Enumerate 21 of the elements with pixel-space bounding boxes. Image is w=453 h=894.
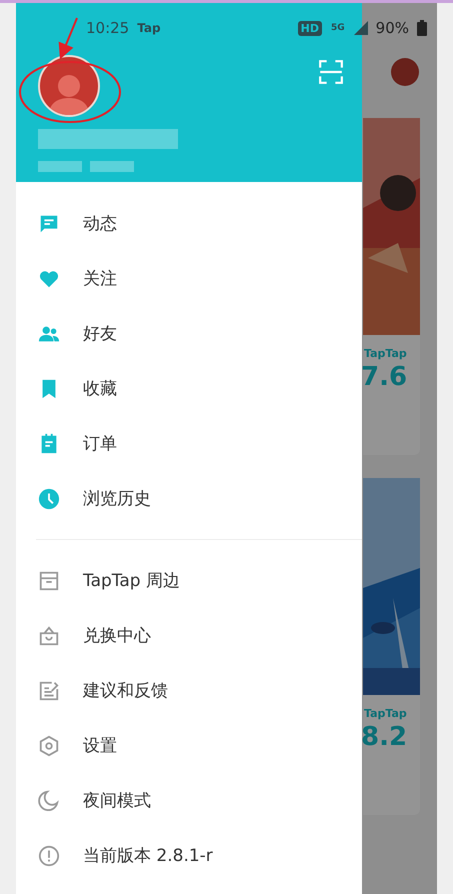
edit-icon xyxy=(38,680,60,702)
bag-icon xyxy=(38,624,60,646)
rating-score: 8.2 xyxy=(361,722,408,752)
info-icon xyxy=(38,844,60,866)
app-label: Tap xyxy=(137,21,161,35)
avatar xyxy=(391,58,419,86)
signal-icon xyxy=(354,21,368,35)
scan-button[interactable] xyxy=(318,59,344,85)
rating-score: 7.6 xyxy=(361,362,408,392)
annotation-arrow xyxy=(58,18,78,60)
clock-icon xyxy=(38,488,60,510)
settings-icon xyxy=(38,734,60,756)
clock-time: 10:25 xyxy=(86,19,130,37)
avatar[interactable] xyxy=(38,55,100,117)
store-icon xyxy=(38,570,60,592)
brand-label: TapTap xyxy=(364,707,408,720)
network-label: 5G xyxy=(330,22,346,35)
battery-percent: 90% xyxy=(376,19,409,37)
battery-icon xyxy=(417,20,427,36)
brand-label: TapTap xyxy=(364,347,408,360)
moon-icon xyxy=(38,790,60,812)
